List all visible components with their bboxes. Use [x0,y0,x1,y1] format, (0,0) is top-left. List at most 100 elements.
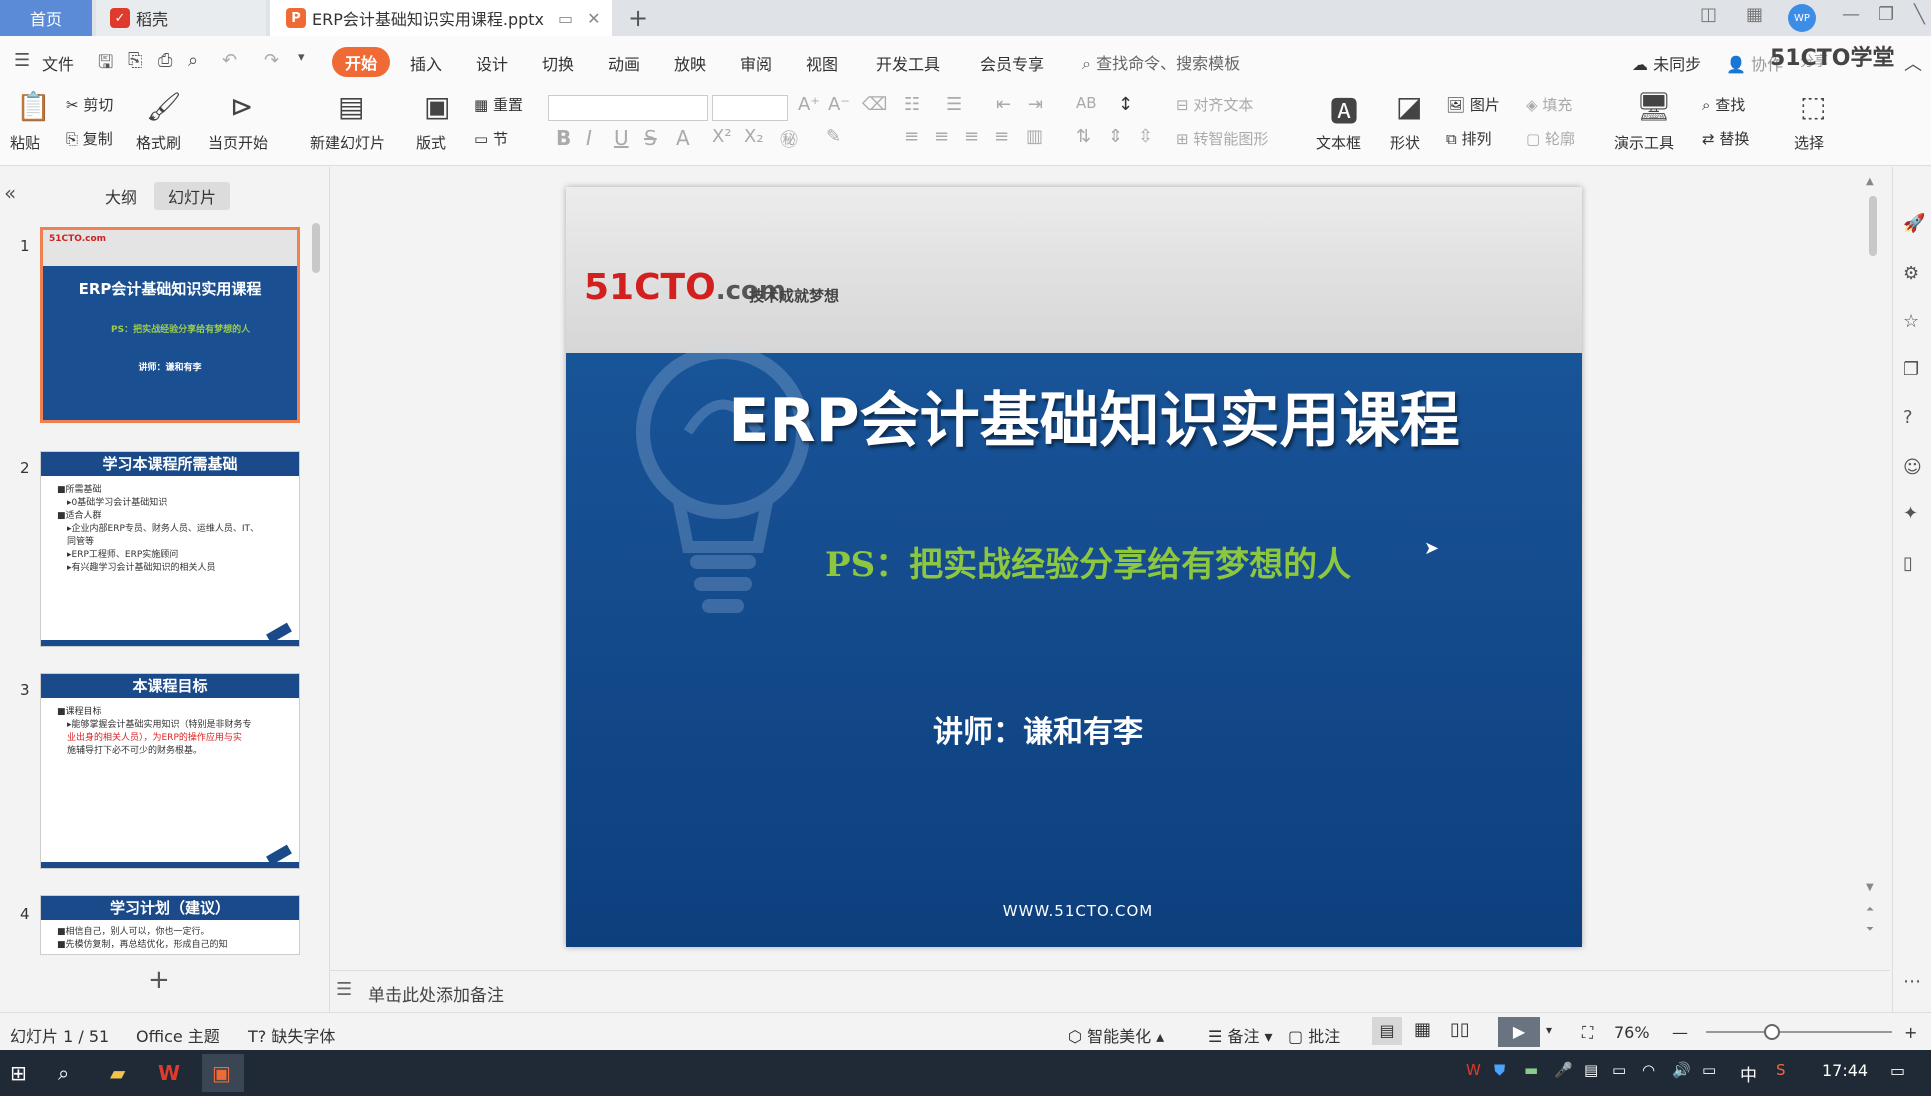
preview-icon[interactable]: ⌕ [188,50,198,71]
menu-file[interactable]: 文件 [42,51,74,75]
smartart-button[interactable]: ⊞ 转智能图形 [1176,128,1268,149]
print-icon[interactable]: ⎙ [158,50,172,71]
more-icon[interactable]: ⋯ [1903,971,1921,992]
zoom-in-icon[interactable]: + [1904,1023,1917,1042]
slide-thumb-4[interactable]: 学习计划（建议） ■相信自己，别人可以，你也一定行。 ■先模仿复制，再总结优化，… [40,895,300,955]
tray-nvidia-icon[interactable]: ▬ [1524,1061,1538,1079]
line-spacing-icon[interactable]: ↕ [1118,94,1133,115]
theme-name[interactable]: Office 主题 [136,1023,220,1047]
menu-slideshow[interactable]: 放映 [674,51,706,75]
zoom-out-icon[interactable]: — [1672,1023,1688,1042]
new-slide-button[interactable]: 新建幻灯片 [310,132,385,153]
slide-thumb-3[interactable]: 本课程目标 ■课程目标 ▸能够掌握会计基础实用知识（特别是非财务专 业出身的相关… [40,673,300,869]
help-icon[interactable]: ? [1903,407,1913,428]
sorter-view-icon[interactable]: ▦ [1414,1019,1431,1040]
star-icon[interactable]: ☆ [1903,311,1919,332]
tray-wifi-icon[interactable]: ◠ [1642,1061,1655,1079]
play-dropdown-icon[interactable]: ▾ [1546,1023,1552,1037]
phonetic-icon[interactable]: ㊙ [780,126,798,152]
notification-icon[interactable]: ▭ [1890,1061,1905,1080]
arrange-button[interactable]: ⧉ 排列 [1446,128,1492,149]
tray-message-icon[interactable]: ▭ [1702,1061,1716,1079]
prev-slide-icon[interactable]: ⏶ [1866,904,1874,915]
tray-wps-icon[interactable]: W [1466,1061,1481,1079]
menu-view[interactable]: 视图 [806,51,838,75]
tab-outline[interactable]: 大纲 [98,182,144,210]
normal-view-icon[interactable]: ▤ [1372,1017,1402,1045]
font-size-select[interactable] [712,95,788,121]
sync-status[interactable]: ☁ 未同步 [1632,51,1701,75]
tray-shield-icon[interactable]: ⛊ [1494,1061,1505,1079]
distribute-icon[interactable]: ▥ [1026,126,1043,147]
copy-panel-icon[interactable]: ❐ [1903,359,1919,380]
format-painter-button[interactable]: 格式刷 [136,132,181,153]
reset-button[interactable]: ▦ 重置 [474,94,523,115]
find-button[interactable]: ⌕ 查找 [1702,94,1745,115]
command-search[interactable]: ⌕ 查找命令、搜索模板 [1082,50,1240,74]
numbering-icon[interactable]: ☰ [946,94,962,115]
tray-sogou-icon[interactable]: S [1776,1061,1786,1079]
notes-bar[interactable]: ☰ 单击此处添加备注 [330,970,1890,1010]
tray-volume-icon[interactable]: 🔊 [1672,1061,1691,1079]
bold-icon[interactable]: B [556,126,571,150]
slide-canvas[interactable]: 51CTO.com 技术成就梦想 ERP会计基础知识实用课程 PS：把实战经验分… [566,187,1582,947]
tab-home[interactable]: 首页 [0,0,92,36]
panel-scrollbar[interactable] [312,223,320,273]
scroll-down-icon[interactable]: ▼ [1866,882,1874,893]
align-left-icon[interactable]: ≡ [904,126,919,147]
presenter-tools-button[interactable]: 演示工具 [1614,132,1674,153]
outline-button[interactable]: ▢ 轮廓 [1526,128,1575,149]
notes-placeholder[interactable]: 单击此处添加备注 [368,981,504,1006]
sliders-icon[interactable]: ⚙ [1903,263,1919,284]
tray-app-icon[interactable]: ▤ [1584,1061,1598,1079]
align-right-icon[interactable]: ≡ [964,126,979,147]
layout-icon[interactable]: ◫ [1700,4,1717,25]
missing-font-button[interactable]: T? 缺失字体 [248,1023,335,1047]
menu-home[interactable]: 开始 [332,47,390,77]
textbox-button[interactable]: 文本框 [1316,132,1361,153]
book-icon[interactable]: ▯ [1903,553,1913,574]
taskbar-search-icon[interactable]: ⌕ [58,1061,69,1085]
select-icon[interactable]: ⬚ [1800,90,1826,123]
reading-view-icon[interactable]: ▯▯ [1450,1019,1470,1040]
play-circle-icon[interactable]: ⊳ [230,90,253,123]
paste-icon[interactable]: 📋 [16,90,51,123]
highlight-icon[interactable]: ✎ [826,126,841,147]
play-slideshow-icon[interactable]: ▶ [1498,1017,1540,1047]
menu-review[interactable]: 审阅 [740,51,772,75]
copy-button[interactable]: ⎘ 复制 [66,128,113,149]
new-tab-icon[interactable]: + [628,4,648,32]
close-window-icon[interactable]: ╲ [1914,4,1925,25]
next-slide-icon[interactable]: ⏷ [1866,924,1874,935]
windows-start-icon[interactable]: ⊞ [10,1061,27,1085]
slide-thumb-2[interactable]: 学习本课程所需基础 ■所需基础 ▸0基础学习会计基础知识 ■适合人群 ▸企业内部… [40,451,300,647]
indent-increase-icon[interactable]: ⇥ [1028,94,1043,115]
zoom-slider-thumb[interactable] [1764,1024,1780,1040]
tab-file[interactable]: P ERP会计基础知识实用课程.pptx ▭ ✕ [270,0,612,36]
scroll-up-icon[interactable]: ▲ [1866,176,1874,187]
hamburger-icon[interactable]: ☰ [14,50,30,71]
menu-insert[interactable]: 插入 [410,51,442,75]
slide-title[interactable]: ERP会计基础知识实用课程 [566,372,1582,459]
layout-icon[interactable]: ▣ [424,90,450,123]
apps-grid-icon[interactable]: ▦ [1746,4,1763,25]
tray-battery-icon[interactable]: ▭ [1612,1061,1626,1079]
customize-dropdown-icon[interactable]: ▾ [298,50,305,65]
subscript-icon[interactable]: X₂ [744,126,764,147]
beautify-button[interactable]: ⬡ 智能美化 ▴ [1068,1023,1164,1047]
eraser-icon[interactable]: ⌫ [862,94,887,115]
underline-icon[interactable]: U [614,126,629,150]
slide-thumb-1[interactable]: 51CTO.com ERP会计基础知识实用课程 PS：把实战经验分享给有梦想的人… [40,227,300,423]
slide-lecturer[interactable]: 讲师：谦和有李 [933,707,1143,751]
para-before-icon[interactable]: ⇕ [1108,126,1123,147]
fill-button[interactable]: ◈ 填充 [1526,94,1572,115]
canvas-scrollbar[interactable]: ▲ ▼ ⏶ ⏷ [1866,176,1880,956]
restore-icon[interactable]: ❐ [1878,4,1894,25]
from-current-button[interactable]: 当页开始 [208,132,268,153]
new-slide-icon[interactable]: ▤ [338,90,364,123]
font-color-icon[interactable]: A [676,126,690,150]
zoom-slider[interactable] [1706,1031,1892,1033]
close-tab-icon[interactable]: ✕ [587,9,600,28]
zoom-value[interactable]: 76% [1614,1023,1650,1042]
ime-indicator[interactable]: 中 [1740,1061,1757,1086]
